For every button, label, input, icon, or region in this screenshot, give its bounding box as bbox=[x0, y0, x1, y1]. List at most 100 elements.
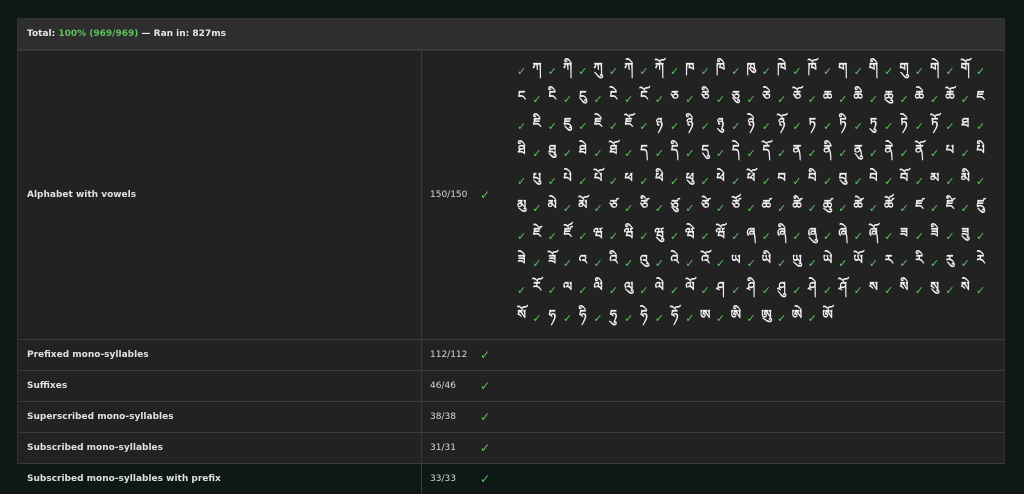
test-name: Alphabet with vowels bbox=[18, 50, 422, 340]
glyph-syllable: འོ bbox=[701, 252, 710, 268]
table-row: Alphabet with vowels 150/150 ✓ ✓ ཀ ✓ ཀི ✓ ཀུ ✓… bbox=[18, 50, 1004, 340]
test-name: Subscribed mono-syllables bbox=[18, 431, 422, 464]
glyph-syllable: ཁེ bbox=[777, 61, 787, 77]
glyph-syllable: སི bbox=[899, 280, 909, 296]
glyph-syllable: ཚ bbox=[761, 198, 772, 214]
glyph-check-icon: ✓ bbox=[562, 311, 573, 325]
ran-label: — Ran in: bbox=[141, 29, 190, 39]
glyph-syllable: ཝ bbox=[593, 225, 603, 241]
glyph-syllable: ནེ bbox=[884, 143, 894, 159]
glyph-syllable: ཡོ bbox=[853, 252, 863, 268]
glyph-syllable: མོ bbox=[578, 198, 588, 214]
glyph-syllable: ས bbox=[869, 280, 878, 296]
glyph-syllable: ཛུ bbox=[976, 198, 985, 214]
glyph-syllable: པ bbox=[945, 143, 955, 159]
glyph-syllable: ཟུ bbox=[961, 225, 970, 241]
glyph-syllable: ཨེ bbox=[791, 307, 803, 323]
glyph-syllable: བུ bbox=[838, 170, 848, 186]
glyph-syllable: གི bbox=[868, 61, 879, 77]
pass-check-icon: ✓ bbox=[480, 50, 496, 340]
glyph-syllable: བི bbox=[808, 170, 817, 186]
glyph-syllable: ཟོ bbox=[548, 252, 557, 268]
glyph-syllable: ལེ bbox=[654, 280, 664, 296]
glyph-syllable: པུ bbox=[532, 170, 542, 186]
total-label: Total: bbox=[27, 29, 56, 39]
results-table: Alphabet with vowels 150/150 ✓ ✓ ཀ ✓ ཀི ✓ ཀུ ✓… bbox=[18, 50, 1004, 494]
glyph-syllable: ཤོ bbox=[838, 280, 847, 296]
pass-check-icon: ✓ bbox=[480, 400, 496, 433]
glyph-syllable: དི bbox=[670, 143, 679, 159]
glyph-syllable: ཚུ bbox=[822, 198, 833, 214]
glyph-check-icon: ✓ bbox=[532, 311, 542, 325]
detail-empty bbox=[496, 431, 1004, 464]
glyph-syllable: ལུ bbox=[624, 280, 634, 296]
glyph-syllable: ཨ bbox=[700, 307, 711, 323]
glyph-syllable: ནུ bbox=[853, 143, 863, 159]
glyph-syllable: ཝོ bbox=[715, 225, 726, 241]
glyph-syllable: ཏི bbox=[839, 115, 847, 131]
glyph-check-icon: ✓ bbox=[884, 284, 894, 298]
glyph-syllable: ཀེ bbox=[624, 61, 634, 77]
test-name: Prefixed mono-syllables bbox=[18, 338, 422, 371]
glyph-syllable: བོ bbox=[899, 170, 909, 186]
glyph-syllable: པོ bbox=[593, 170, 603, 186]
glyph-syllable: མེ bbox=[547, 198, 557, 214]
glyph-syllable: ཧེ bbox=[640, 307, 648, 323]
glyph-syllable: ཛ bbox=[915, 198, 924, 214]
glyph-syllable: ཕེ bbox=[716, 170, 725, 186]
glyph-syllable: ལི bbox=[593, 280, 603, 296]
glyph-syllable: ནི bbox=[823, 143, 832, 159]
test-name: Superscribed mono-syllables bbox=[18, 400, 422, 433]
glyph-syllable: རོ bbox=[532, 280, 541, 296]
glyph-syllable: ཉུ bbox=[717, 115, 724, 131]
test-count: 150/150 bbox=[421, 50, 480, 340]
glyph-syllable: སེ bbox=[960, 280, 970, 296]
detail-empty bbox=[496, 462, 1004, 494]
glyph-syllable: ཧ bbox=[548, 307, 556, 323]
glyph-syllable: ཁི bbox=[715, 61, 726, 77]
glyph-check-icon: ✓ bbox=[654, 311, 664, 325]
glyph-syllable: ཉོ bbox=[778, 115, 786, 131]
table-row: Prefixed mono-syllables 112/112 ✓ bbox=[18, 338, 1004, 371]
glyph-syllable: ངུ bbox=[579, 88, 587, 104]
ran-value: 827ms bbox=[192, 29, 226, 39]
glyph-check-icon: ✓ bbox=[975, 284, 986, 298]
glyph-check-icon: ✓ bbox=[853, 284, 863, 298]
glyph-syllable: ཐི bbox=[517, 143, 526, 159]
glyph-syllable: ཕི bbox=[655, 170, 664, 186]
glyph-syllable: དུ bbox=[701, 143, 709, 159]
glyph-syllable: པེ bbox=[563, 170, 572, 186]
glyph-syllable: ཀོ bbox=[654, 61, 664, 77]
test-results-panel: Total: 100% (969/969) — Ran in: 827ms Al… bbox=[17, 18, 1005, 494]
glyph-syllable: རེ bbox=[976, 252, 985, 268]
glyph-syllable: ཡ bbox=[731, 252, 741, 268]
glyph-syllable: ཀུ bbox=[593, 61, 603, 77]
detail-empty bbox=[496, 338, 1004, 371]
glyph-grid: ✓ ཀ ✓ ཀི ✓ ཀུ ✓ ཀེ ✓ ཀོ ✓ ཁ ✓ ཁི ✓ ཁུ ✓ ཁེ ✓ ཁོ ✓ ག ✓ གི ✓ གུ ✓ གེ ✓… bbox=[514, 58, 994, 332]
glyph-check-icon: ✓ bbox=[624, 311, 634, 325]
glyph-syllable: ཆོ bbox=[945, 88, 955, 104]
glyph-syllable: ཇེ bbox=[594, 115, 603, 131]
glyph-syllable: ཆེ bbox=[914, 88, 924, 104]
test-name: Suffixes bbox=[18, 369, 422, 402]
glyph-syllable: ན bbox=[792, 143, 802, 159]
glyph-syllable: ཛེ bbox=[532, 225, 541, 241]
detail-empty bbox=[496, 369, 1004, 402]
glyph-syllable: འི bbox=[609, 252, 618, 268]
glyph-syllable: ང bbox=[517, 88, 526, 104]
glyph-syllable: ཙེ bbox=[701, 198, 710, 214]
glyph-check-icon: ✓ bbox=[777, 311, 787, 325]
glyph-syllable: ཡི bbox=[761, 252, 772, 268]
glyph-syllable: ཨུ bbox=[761, 307, 772, 323]
glyph-syllable: ཅོ bbox=[792, 88, 802, 104]
glyph-syllable: དོ bbox=[762, 143, 771, 159]
pass-check-icon: ✓ bbox=[480, 431, 496, 464]
glyph-syllable: ཁོ bbox=[807, 61, 817, 77]
glyph-syllable: མི bbox=[960, 170, 970, 186]
glyph-syllable: ཆ bbox=[822, 88, 833, 104]
glyph-syllable: ཐེ bbox=[578, 143, 587, 159]
glyph-check-icon: ✓ bbox=[746, 311, 756, 325]
glyph-syllable: ཧི bbox=[579, 307, 587, 323]
glyph-syllable: ཡེ bbox=[822, 252, 833, 268]
glyph-syllable: ཐོ bbox=[609, 143, 618, 159]
